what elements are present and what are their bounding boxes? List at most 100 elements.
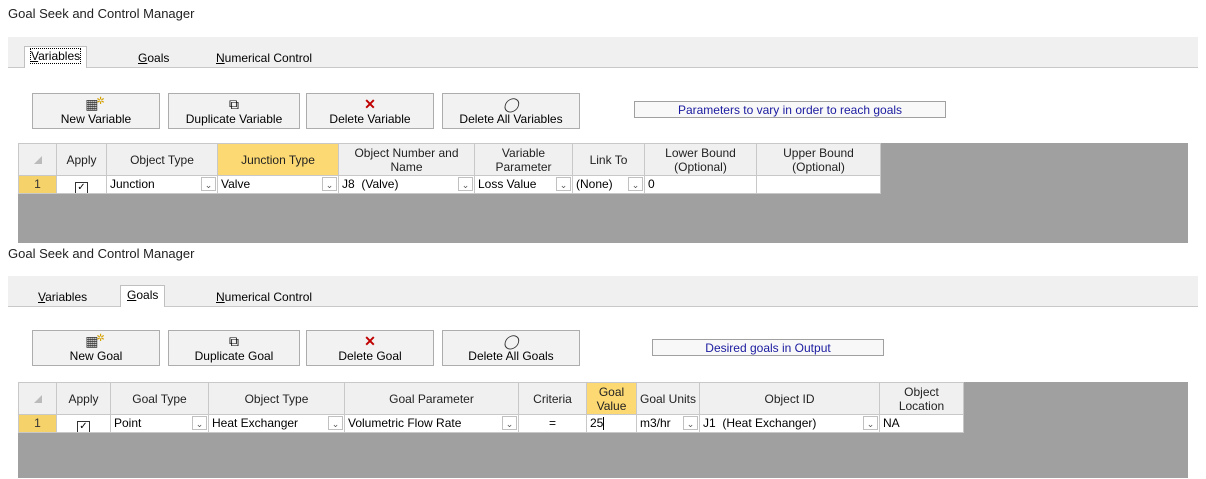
column-header-object-type[interactable]: Object Type [208, 382, 345, 415]
window-title: Goal Seek and Control Manager [8, 6, 195, 21]
column-header-apply[interactable]: Apply [56, 382, 111, 415]
apply-checkbox[interactable]: ✓ [77, 421, 90, 432]
tab-numerical-control[interactable]: Numerical Control [210, 49, 318, 67]
tab-goals[interactable]: Goals [132, 49, 175, 67]
column-header-criteria[interactable]: Criteria [518, 382, 587, 415]
new-goal-button[interactable]: ▦✲ New Goal [32, 330, 160, 366]
cell-value: J1 (Heat Exchanger) [703, 416, 817, 430]
tab-label-mnemonic: G [127, 288, 137, 302]
chevron-down-icon[interactable]: ⌄ [556, 177, 571, 191]
apply-cell[interactable]: ✓ [56, 414, 111, 433]
tab-label: oals [136, 288, 159, 302]
window-title: Goal Seek and Control Manager [8, 246, 195, 261]
row-number[interactable]: 1 [18, 414, 57, 433]
tab-label-mnemonic: N [216, 290, 225, 304]
duplicate-icon: ⧉ [229, 96, 239, 112]
chevron-down-icon[interactable]: ⌄ [192, 416, 207, 430]
object-number-cell[interactable]: J8 (Valve) ⌄ [338, 175, 475, 194]
column-header-object-location[interactable]: Object Location [879, 382, 964, 415]
chevron-down-icon[interactable]: ⌄ [863, 416, 878, 430]
variable-parameter-cell[interactable]: Loss Value ⌄ [474, 175, 573, 194]
table-row[interactable]: 1 ✓ Junction ⌄ Valve ⌄ J8 (Valve) ⌄ Loss Va… [18, 175, 881, 194]
button-label: New Variable [60, 112, 132, 126]
chevron-down-icon[interactable]: ⌄ [322, 177, 337, 191]
column-header-object-type[interactable]: Object Type [106, 143, 218, 176]
junction-type-cell[interactable]: Valve ⌄ [217, 175, 339, 194]
column-header-variable-parameter[interactable]: Variable Parameter [474, 143, 573, 176]
duplicate-goal-button[interactable]: ⧉ Duplicate Goal [168, 330, 300, 366]
link-to-cell[interactable]: (None) ⌄ [572, 175, 645, 194]
chevron-down-icon[interactable]: ⌄ [328, 416, 343, 430]
chevron-down-icon[interactable]: ⌄ [683, 416, 698, 430]
cell-value: Loss Value [478, 177, 537, 191]
chevron-down-icon[interactable]: ⌄ [502, 416, 517, 430]
goal-units-cell[interactable]: m3/hr ⌄ [636, 414, 700, 433]
button-label: Duplicate Variable [185, 112, 283, 126]
button-label: Duplicate Goal [194, 349, 274, 363]
tab-strip: Variables Goals Numerical Control [8, 276, 1198, 308]
tab-numerical-control[interactable]: Numerical Control [210, 288, 318, 306]
delete-all-variables-button[interactable]: ◯ Delete All Variables [442, 93, 580, 129]
select-all-icon [33, 155, 42, 164]
goals-grid: Apply Goal Type Object Type Goal Paramet… [18, 382, 1188, 478]
tab-variables[interactable]: Variables [32, 288, 93, 306]
tab-label: ariables [45, 290, 88, 304]
info-box: Parameters to vary in order to reach goa… [634, 101, 946, 118]
tab-variables[interactable]: Variables [24, 46, 88, 69]
column-header-junction-type[interactable]: Junction Type [217, 143, 339, 176]
cell-value: J8 (Valve) [342, 177, 399, 191]
new-variable-button[interactable]: ▦✲ New Variable [32, 93, 160, 129]
button-label: Delete Variable [329, 112, 411, 126]
lower-bound-cell[interactable]: 0 [644, 175, 757, 194]
object-type-cell[interactable]: Junction ⌄ [106, 175, 218, 194]
object-location-cell[interactable]: NA [879, 414, 964, 433]
button-label: Delete Goal [338, 349, 402, 363]
delete-variable-button[interactable]: ✕ Delete Variable [306, 93, 434, 129]
column-header-apply[interactable]: Apply [56, 143, 107, 176]
cell-value: Point [114, 416, 142, 430]
duplicate-variable-button[interactable]: ⧉ Duplicate Variable [168, 93, 300, 129]
delete-goal-button[interactable]: ✕ Delete Goal [306, 330, 434, 366]
apply-checkbox[interactable]: ✓ [75, 182, 88, 193]
tab-label: umerical Control [224, 290, 313, 304]
apply-cell[interactable]: ✓ [56, 175, 107, 194]
tab-label: oals [147, 51, 170, 65]
column-header-goal-parameter[interactable]: Goal Parameter [344, 382, 519, 415]
chevron-down-icon[interactable]: ⌄ [201, 177, 216, 191]
chevron-down-icon[interactable]: ⌄ [458, 177, 473, 191]
goal-value-cell[interactable]: 25 [586, 414, 637, 433]
column-header-link-to[interactable]: Link To [572, 143, 645, 176]
button-label: Delete All Goals [468, 349, 554, 363]
cell-value: Volumetric Flow Rate [348, 416, 462, 430]
column-header-goal-type[interactable]: Goal Type [110, 382, 209, 415]
column-header-object-id[interactable]: Object ID [699, 382, 880, 415]
cell-value: Valve [221, 177, 251, 191]
column-header-object-number[interactable]: Object Number and Name [338, 143, 475, 176]
tab-label: umerical Control [224, 51, 313, 65]
cell-value: (None) [576, 177, 613, 191]
goal-seek-panel-variables: Variables Goals Numerical Control ▦✲ New… [8, 37, 1198, 243]
column-header-upper-bound[interactable]: Upper Bound (Optional) [756, 143, 881, 176]
column-header-goal-value[interactable]: Goal Value [586, 382, 637, 415]
chevron-down-icon[interactable]: ⌄ [628, 177, 643, 191]
criteria-cell[interactable]: = [518, 414, 587, 433]
cell-value: Heat Exchanger [212, 416, 299, 430]
column-header-goal-units[interactable]: Goal Units [636, 382, 700, 415]
table-row[interactable]: 1 ✓ Point ⌄ Heat Exchanger ⌄ Volumetric Fl… [18, 414, 964, 433]
goal-parameter-cell[interactable]: Volumetric Flow Rate ⌄ [344, 414, 519, 433]
object-type-cell[interactable]: Heat Exchanger ⌄ [208, 414, 345, 433]
upper-bound-cell[interactable] [756, 175, 881, 194]
goal-value-input[interactable]: 25 [590, 416, 603, 430]
delete-all-goals-button[interactable]: ◯ Delete All Goals [442, 330, 580, 366]
column-header-lower-bound[interactable]: Lower Bound (Optional) [644, 143, 757, 176]
new-item-icon: ▦✲ [85, 96, 105, 112]
cell-value: Junction [110, 177, 155, 191]
object-id-cell[interactable]: J1 (Heat Exchanger) ⌄ [699, 414, 880, 433]
goal-type-cell[interactable]: Point ⌄ [110, 414, 209, 433]
corner-cell[interactable] [18, 382, 57, 415]
button-label: New Goal [69, 349, 123, 363]
goal-seek-panel-goals: Variables Goals Numerical Control ▦✲ New… [8, 276, 1198, 479]
row-number[interactable]: 1 [18, 175, 57, 194]
corner-cell[interactable] [18, 143, 57, 176]
tab-goals[interactable]: Goals [120, 285, 166, 308]
